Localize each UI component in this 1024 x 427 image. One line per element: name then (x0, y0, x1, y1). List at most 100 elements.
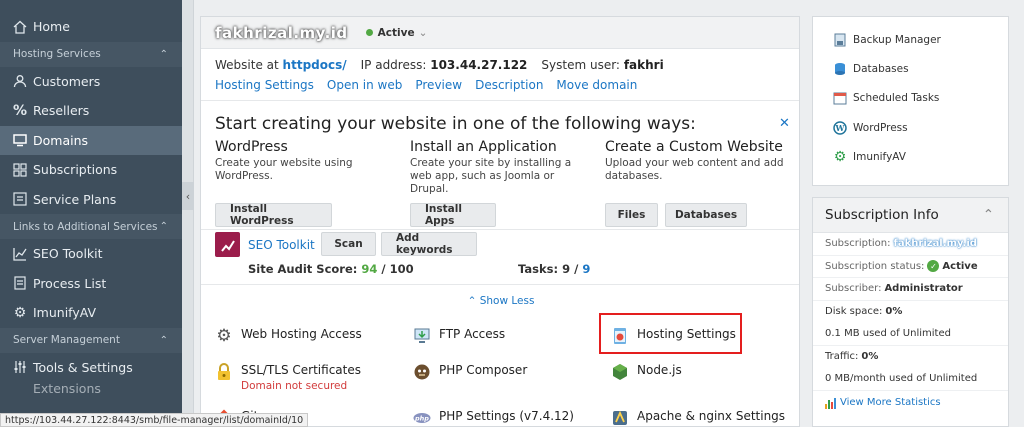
domain-name[interactable]: fakhrizal.my.id (215, 24, 348, 42)
hosting-settings-link[interactable]: Hosting Settings (215, 78, 314, 92)
sidebar-item-label: Extensions (33, 382, 101, 394)
nodejs-item[interactable]: Node.js (611, 363, 682, 381)
divider (201, 229, 799, 230)
grid-icon (13, 163, 27, 177)
chevron-left-icon: ‹ (185, 189, 191, 203)
sidebar-item-imunifyav[interactable]: ⚙ ImunifyAV (0, 298, 182, 328)
close-icon[interactable]: ✕ (779, 116, 790, 131)
application-title: Install an Application (410, 139, 557, 155)
web-hosting-access-item[interactable]: ⚙ Web Hosting Access (215, 326, 362, 346)
subscription-info-header[interactable]: Subscription Info ⌃ (813, 198, 1008, 233)
highlight-box (599, 313, 742, 354)
feature-label: Web Hosting Access (241, 327, 362, 341)
backup-manager-link[interactable]: Backup Manager (813, 25, 1008, 54)
audit-score-value[interactable]: 94 (361, 262, 377, 276)
nodejs-icon (611, 363, 629, 381)
sidebar-item-extensions[interactable]: Extensions (0, 382, 182, 394)
chevron-up-icon: ⌃ (982, 207, 994, 223)
sidebar-item-label: Process List (33, 275, 107, 291)
install-apps-button[interactable]: Install Apps (410, 203, 496, 227)
sidebar-item-domains[interactable]: Domains (0, 125, 182, 155)
sidebar-item-label: SEO Toolkit (33, 246, 103, 262)
imunifyav-link[interactable]: ⚙ ImunifyAV (813, 142, 1008, 171)
open-in-web-link[interactable]: Open in web (327, 78, 402, 92)
tasks-total[interactable]: 9 (582, 262, 590, 276)
imunify-gear-icon: ⚙ (833, 148, 847, 165)
domain-info: Website at httpdocs/ IP address: 103.44.… (201, 49, 799, 72)
sidebar-item-customers[interactable]: Customers (0, 67, 182, 97)
sidebar-group-server-management[interactable]: Server Management ⌃ (0, 327, 182, 353)
preview-link[interactable]: Preview (415, 78, 462, 92)
sidebar-item-tools-settings[interactable]: Tools & Settings (0, 353, 182, 383)
custom-website-title: Create a Custom Website (605, 139, 783, 155)
chevron-up-icon: ⌃ (159, 334, 168, 346)
sliders-icon (13, 360, 27, 374)
site-audit-score: Site Audit Score: 94 / 100 (248, 262, 414, 276)
chevron-down-icon: ⌄ (418, 26, 428, 39)
sidebar-item-label: Tools & Settings (33, 359, 133, 375)
description-link[interactable]: Description (475, 78, 543, 92)
monitor-icon (13, 133, 27, 147)
sidebar-item-resellers[interactable]: % Resellers (0, 96, 182, 126)
databases-link[interactable]: Databases (813, 54, 1008, 83)
seo-toolkit-logo-icon (215, 232, 240, 257)
subscription-info-title: Subscription Info (825, 207, 939, 223)
sidebar-item-subscriptions[interactable]: Subscriptions (0, 155, 182, 185)
sidebar-item-service-plans[interactable]: Service Plans (0, 185, 182, 215)
show-less-link[interactable]: ⌃ Show Less (201, 295, 801, 307)
wordpress-desc: Create your website using WordPress. (215, 157, 353, 182)
stats-link-label: View More Statistics (840, 397, 941, 408)
subscription-row: Subscription: fakhrizal.my.id (813, 233, 1008, 256)
audit-total: / 100 (381, 262, 414, 276)
custom-website-option: Create a Custom Website Upload your web … (605, 139, 790, 183)
quick-link-label: Backup Manager (853, 33, 941, 46)
sidebar-group-hosting-services[interactable]: Hosting Services ⌃ (0, 41, 182, 67)
status-value: Active (942, 260, 978, 272)
status-badge[interactable]: Active ⌄ (365, 26, 428, 39)
seo-tasks: Tasks: 9 / 9 (518, 262, 590, 276)
php-composer-item[interactable]: PHP Composer (413, 363, 527, 381)
move-domain-link[interactable]: Move domain (556, 78, 637, 92)
install-wordpress-button[interactable]: Install WordPress (215, 203, 332, 227)
add-keywords-button[interactable]: Add keywords (381, 232, 477, 256)
divider (201, 284, 799, 285)
website-at-label: Website at (215, 58, 279, 72)
sidebar-item-label: Home (33, 19, 70, 35)
website-at-link[interactable]: httpdocs/ (283, 58, 347, 72)
sidebar-group-label: Links to Additional Services (13, 220, 158, 233)
sidebar-group-links-additional[interactable]: Links to Additional Services ⌃ (0, 214, 182, 239)
system-user-value: fakhri (623, 58, 664, 72)
feature-label: PHP Settings (v7.4.12) (439, 409, 574, 423)
ip-value: 103.44.27.122 (430, 58, 528, 72)
ip-label: IP address: (360, 58, 427, 72)
databases-button[interactable]: Databases (665, 203, 747, 227)
sidebar-item-home[interactable]: Home (0, 12, 182, 42)
gear-icon: ⚙ (13, 304, 27, 321)
scan-button[interactable]: Scan (321, 232, 376, 256)
quick-link-label: ImunifyAV (853, 150, 906, 163)
sidebar-collapse-button[interactable]: ‹ (182, 182, 194, 210)
sidebar-item-process-list[interactable]: Process List (0, 269, 182, 299)
apache-nginx-item[interactable]: Apache & nginx Settings (611, 409, 785, 427)
disk-value: 0% (885, 306, 903, 318)
domain-header: fakhrizal.my.id Active ⌄ (201, 17, 799, 49)
subscription-link[interactable]: fakhrizal.my.id (894, 238, 977, 249)
scheduled-tasks-link[interactable]: Scheduled Tasks (813, 84, 1008, 113)
calendar-icon (833, 91, 847, 105)
ftp-access-item[interactable]: FTP Access (413, 327, 505, 345)
sidebar-item-seo-toolkit[interactable]: SEO Toolkit (0, 239, 182, 269)
view-more-statistics-link[interactable]: View More Statistics (813, 391, 1008, 415)
traffic-detail: 0 MB/month used of Unlimited (825, 373, 978, 385)
quick-link-label: Databases (853, 62, 909, 75)
ssl-certificates-item[interactable]: SSL/TLS Certificates Domain not secured (215, 363, 361, 392)
php-settings-item[interactable]: php PHP Settings (v7.4.12) (413, 409, 574, 427)
tasks-done: 9 / (562, 262, 579, 276)
quick-links-panel: Backup Manager Databases Scheduled Tasks… (812, 16, 1009, 186)
feature-label: Apache & nginx Settings (637, 409, 786, 423)
apache-nginx-icon (611, 409, 629, 427)
seo-toolkit-link[interactable]: SEO Toolkit (248, 238, 315, 252)
sidebar-item-label: Resellers (33, 103, 90, 119)
puzzle-icon (13, 382, 27, 394)
files-button[interactable]: Files (605, 203, 658, 227)
wordpress-link[interactable]: W WordPress (813, 113, 1008, 142)
